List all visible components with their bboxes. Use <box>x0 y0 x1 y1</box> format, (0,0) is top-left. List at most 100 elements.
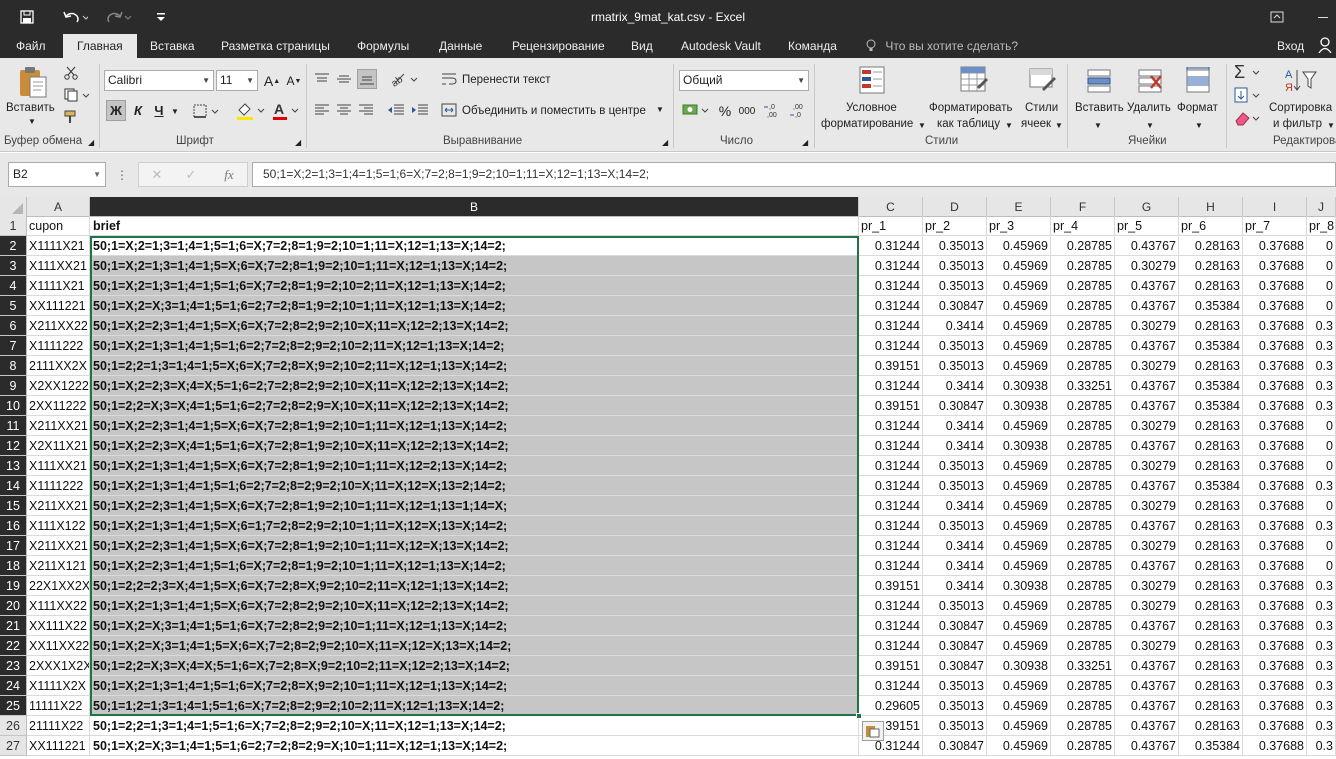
sort-filter-label-2[interactable]: и фильтр <box>1273 116 1322 132</box>
table-cell[interactable]: 0.37688 <box>1243 296 1307 316</box>
table-cell[interactable]: 0.35013 <box>923 356 987 376</box>
table-cell[interactable]: 0.30279 <box>1115 596 1179 616</box>
align-middle-icon[interactable] <box>335 70 353 88</box>
table-cell[interactable]: 0.37688 <box>1243 336 1307 356</box>
table-cell[interactable]: 0.28163 <box>1179 456 1243 476</box>
table-cell[interactable]: 0.28785 <box>1051 716 1115 736</box>
table-cell[interactable]: 0.3 <box>1307 516 1336 536</box>
table-cell[interactable]: 0.45969 <box>987 456 1051 476</box>
fill-color-icon[interactable] <box>234 100 268 122</box>
clipboard-launcher-icon[interactable]: ◢ <box>88 138 94 147</box>
tab-page-layout[interactable]: Разметка страницы <box>221 34 330 58</box>
clear-icon[interactable] <box>1232 108 1264 128</box>
row-header[interactable]: 7 <box>0 336 27 356</box>
table-cell[interactable]: 0.28785 <box>1051 736 1115 756</box>
table-cell[interactable]: 0.37688 <box>1243 436 1307 456</box>
table-cell[interactable]: X1111X21 <box>27 236 90 256</box>
table-cell[interactable]: 0.31244 <box>859 316 923 336</box>
delete-cells-label[interactable]: Удалить <box>1127 100 1171 116</box>
table-cell[interactable]: X211XX21 <box>27 496 90 516</box>
table-cell[interactable]: 0.45969 <box>987 276 1051 296</box>
table-cell[interactable]: 0.28785 <box>1051 256 1115 276</box>
chevron-down-icon[interactable]: ▼ <box>1005 118 1013 134</box>
table-cell[interactable]: 0.31244 <box>859 556 923 576</box>
table-cell[interactable]: X211XX21 <box>27 536 90 556</box>
brief-cell[interactable]: 50;1=X;2=2;3=1;4=1;5=1;6=X;7=2;8=1;9=2;1… <box>90 556 859 576</box>
row-header[interactable]: 22 <box>0 636 27 656</box>
table-cell[interactable]: 0.43767 <box>1115 556 1179 576</box>
paste-icon[interactable] <box>16 64 50 100</box>
table-cell[interactable]: 0.28163 <box>1179 256 1243 276</box>
column-header-d[interactable]: D <box>923 197 987 217</box>
row-header[interactable]: 8 <box>0 356 27 376</box>
orientation-icon[interactable]: ab <box>388 70 420 88</box>
table-cell[interactable]: 0.28785 <box>1051 476 1115 496</box>
tab-formulas[interactable]: Формулы <box>357 34 409 58</box>
column-header-j[interactable]: J <box>1307 197 1336 217</box>
brief-cell[interactable]: 50;1=X;2=2;3=1;4=1;5=X;6=X;7=2;8=1;9=2;1… <box>90 536 859 556</box>
table-cell[interactable]: 22X1XX2X <box>27 576 90 596</box>
minimize-button[interactable] <box>1300 6 1336 28</box>
brief-cell[interactable]: 50;1=2;2=X;3=X;4=1;5=1;6=2;7=2;8=2;9=X;1… <box>90 396 859 416</box>
cancel-icon[interactable]: ✕ <box>149 166 165 183</box>
table-cell[interactable]: 0.35013 <box>923 696 987 716</box>
increase-font-icon[interactable]: A ▲ <box>264 72 280 90</box>
conditional-formatting-label-1[interactable]: Условное <box>846 100 897 116</box>
brief-cell[interactable]: 50;1=2;2=1;3=1;4=1;5=1;6=X;7=2;8=2;9=2;1… <box>90 716 859 736</box>
table-cell[interactable]: 0.30847 <box>923 636 987 656</box>
fill-handle[interactable] <box>856 713 862 719</box>
sort-filter-label-1[interactable]: Сортировка <box>1269 100 1332 116</box>
tab-review[interactable]: Рецензирование <box>512 34 605 58</box>
table-cell[interactable]: 0.45969 <box>987 736 1051 756</box>
header-cell[interactable]: pr_2 <box>923 216 987 236</box>
paste-options-icon[interactable] <box>862 721 884 741</box>
table-cell[interactable]: 0.37688 <box>1243 656 1307 676</box>
table-cell[interactable]: 0.28785 <box>1051 676 1115 696</box>
table-cell[interactable]: 0.28163 <box>1179 236 1243 256</box>
table-cell[interactable]: 0.28785 <box>1051 416 1115 436</box>
brief-cell[interactable]: 50;1=X;2=X;3=1;4=1;5=1;6=2;7=2;8=1;9=2;1… <box>90 296 859 316</box>
table-cell[interactable]: 0.37688 <box>1243 376 1307 396</box>
chevron-down-icon[interactable]: ▼ <box>1327 118 1335 134</box>
table-cell[interactable]: 11111X22 <box>27 696 90 716</box>
row-header[interactable]: 2 <box>0 236 27 256</box>
ribbon-display-options-icon[interactable] <box>1254 6 1300 28</box>
table-cell[interactable]: 0.28785 <box>1051 316 1115 336</box>
table-cell[interactable]: 0.28785 <box>1051 516 1115 536</box>
table-cell[interactable]: 0.30847 <box>923 296 987 316</box>
table-cell[interactable]: 0.3 <box>1307 696 1336 716</box>
table-cell[interactable]: 0.30847 <box>923 396 987 416</box>
table-cell[interactable]: X111XX21 <box>27 256 90 276</box>
table-cell[interactable]: 0.3414 <box>923 436 987 456</box>
tell-me-search[interactable]: Что вы хотите сделать? <box>866 34 1018 58</box>
table-cell[interactable]: 0.31244 <box>859 536 923 556</box>
chevron-down-icon[interactable]: ▼ <box>93 163 101 186</box>
table-cell[interactable]: 0.3414 <box>923 576 987 596</box>
row-header[interactable]: 15 <box>0 496 27 516</box>
column-header-a[interactable]: A <box>27 197 90 217</box>
chevron-down-icon[interactable]: ▼ <box>656 105 664 114</box>
font-launcher-icon[interactable]: ◢ <box>295 138 301 147</box>
table-cell[interactable]: 0.45969 <box>987 236 1051 256</box>
underline-button[interactable]: Ч <box>150 100 168 121</box>
table-cell[interactable]: 0.28163 <box>1179 576 1243 596</box>
table-cell[interactable]: 0.28785 <box>1051 556 1115 576</box>
brief-cell[interactable]: 50;1=X;2=1;3=1;4=1;5=X;6=X;7=2;8=1;9=2;1… <box>90 456 859 476</box>
table-cell[interactable]: 0.28163 <box>1179 596 1243 616</box>
table-cell[interactable]: 0.35013 <box>923 336 987 356</box>
table-cell[interactable]: 0.35013 <box>923 236 987 256</box>
table-cell[interactable]: 0.45969 <box>987 696 1051 716</box>
formula-input[interactable]: 50;1=X;2=1;3=1;4=1;5=1;6=X;7=2;8=1;9=2;1… <box>252 162 1336 187</box>
chevron-down-icon[interactable]: ▼ <box>1094 118 1102 134</box>
table-cell[interactable]: 0.35013 <box>923 276 987 296</box>
table-cell[interactable]: 0.39151 <box>859 356 923 376</box>
worksheet-grid[interactable]: A B C D E F G H I J 1 cupon brief pr_1 pr_2 pr_3 pr_4 pr_… <box>0 197 1336 759</box>
tab-team[interactable]: Команда <box>788 34 837 58</box>
autosum-icon[interactable]: Σ <box>1232 62 1264 82</box>
conditional-formatting-icon[interactable] <box>856 64 890 98</box>
brief-cell[interactable]: 50;1=X;2=X;3=1;4=1;5=X;6=X;7=2;8=2;9=2;1… <box>90 636 859 656</box>
table-cell[interactable]: 0.33251 <box>1051 656 1115 676</box>
align-bottom-icon[interactable] <box>357 69 377 89</box>
format-as-table-icon[interactable] <box>957 64 991 98</box>
table-cell[interactable]: 0.35384 <box>1179 396 1243 416</box>
